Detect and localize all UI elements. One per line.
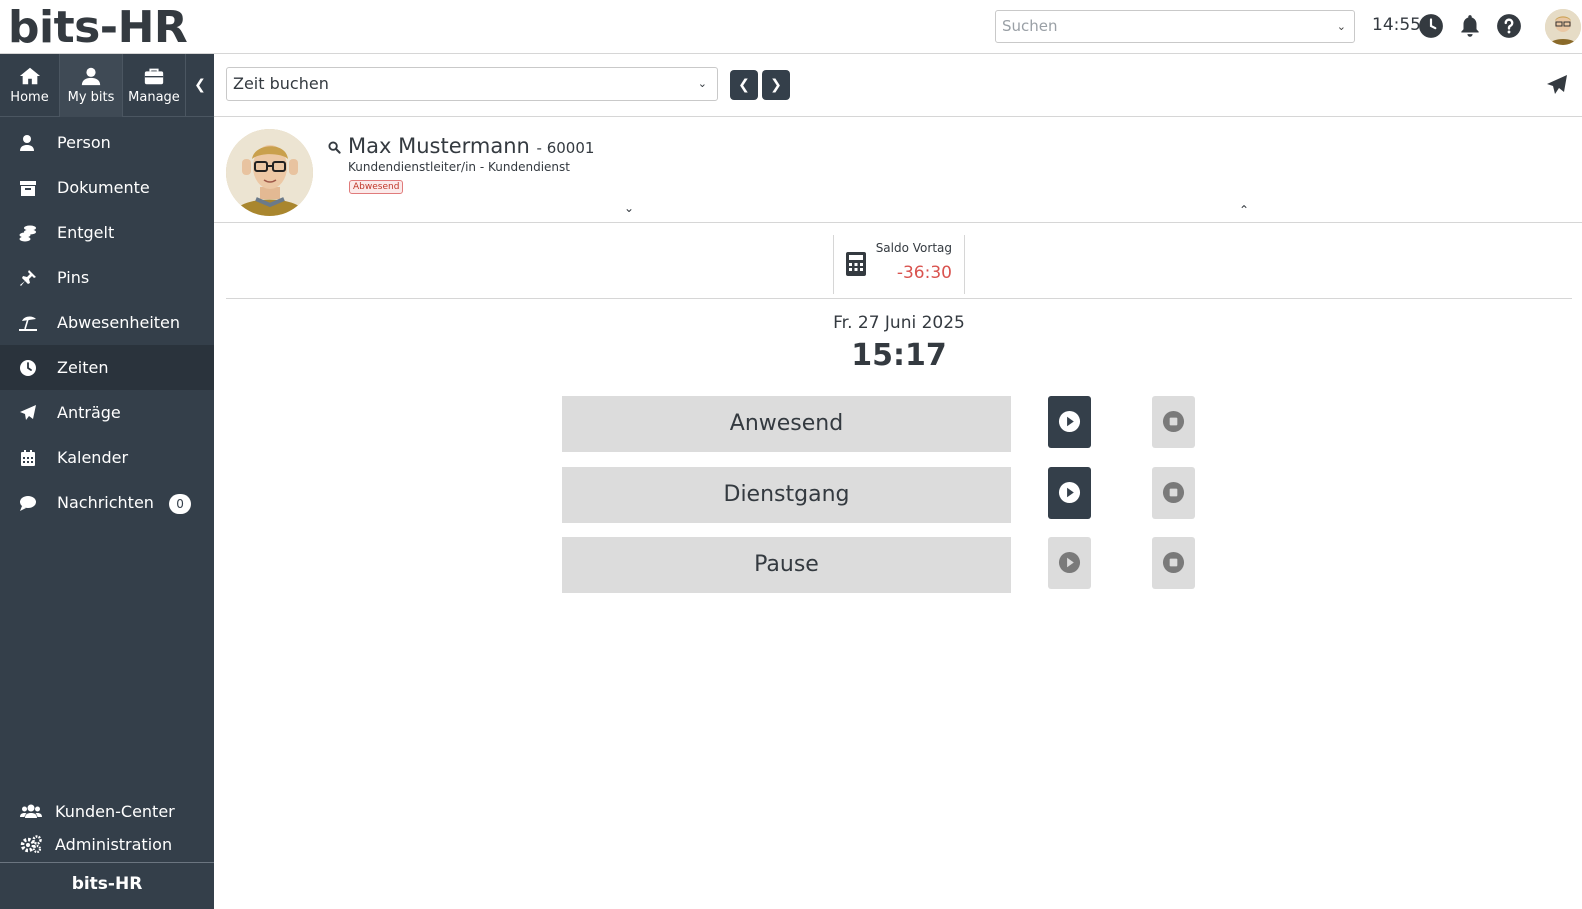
briefcase-icon bbox=[144, 68, 164, 85]
sidebar-item-person[interactable]: Person bbox=[0, 120, 214, 165]
current-time: 14:55 bbox=[1372, 15, 1421, 35]
sidebar-item-nachrichten[interactable]: Nachrichten 0 bbox=[0, 480, 214, 525]
paper-plane-icon[interactable] bbox=[1546, 74, 1568, 96]
bell-icon[interactable] bbox=[1457, 13, 1483, 39]
user-icon bbox=[81, 67, 101, 86]
sidebar-item-dokumente[interactable]: Dokumente bbox=[0, 165, 214, 210]
expand-chevron-down-icon[interactable]: ⌄ bbox=[624, 201, 634, 215]
chevron-down-icon: ⌄ bbox=[1336, 20, 1346, 33]
sidebar-item-label: Dokumente bbox=[57, 178, 150, 197]
top-bar: bits-HR Suchen ⌄ 14:55 bbox=[0, 0, 1582, 54]
sidebar-item-label: Nachrichten bbox=[57, 493, 154, 512]
coins-icon bbox=[19, 225, 36, 242]
booking-date: Fr. 27 Juni 2025 bbox=[833, 313, 965, 333]
sidebar-item-label: Kalender bbox=[57, 448, 129, 467]
person-id: - 60001 bbox=[536, 139, 595, 157]
stop-circle-icon bbox=[1162, 410, 1185, 433]
sidebar-item-administration[interactable]: Administration bbox=[0, 828, 214, 861]
sidebar-bottom: Kunden-Center Administration bbox=[0, 795, 214, 861]
tab-manage[interactable]: Manage bbox=[123, 54, 186, 117]
sidebar-item-label: Kunden-Center bbox=[55, 802, 175, 821]
booking-type-button[interactable]: Pause bbox=[562, 537, 1011, 593]
archive-icon bbox=[20, 181, 36, 196]
sidebar-item-label: Entgelt bbox=[57, 223, 115, 242]
sidebar-tabs: Home My bits Manage ❮ bbox=[0, 54, 214, 117]
message-count-badge: 0 bbox=[169, 493, 192, 514]
user-icon bbox=[20, 135, 34, 151]
booking-row-anwesend: Anwesend bbox=[562, 396, 1202, 452]
chevron-left-icon: ❮ bbox=[194, 77, 206, 93]
play-circle-icon bbox=[1058, 551, 1081, 574]
start-button[interactable] bbox=[1048, 467, 1091, 519]
chevron-right-icon: ❯ bbox=[770, 77, 782, 93]
home-icon bbox=[19, 67, 40, 85]
search-icon[interactable] bbox=[328, 141, 341, 154]
booking-row-dienstgang: Dienstgang bbox=[562, 467, 1202, 523]
play-circle-icon bbox=[1058, 481, 1081, 504]
stop-button[interactable] bbox=[1152, 396, 1195, 448]
booking-row-pause: Pause bbox=[562, 537, 1202, 593]
status-badge: Abwesend bbox=[349, 180, 404, 194]
stop-circle-icon bbox=[1162, 481, 1185, 504]
tab-home[interactable]: Home bbox=[0, 54, 60, 117]
person-role: Kundendienstleiter/in - Kundendienst bbox=[348, 160, 570, 174]
user-avatar[interactable] bbox=[1545, 9, 1581, 45]
stop-button[interactable] bbox=[1152, 537, 1195, 589]
paper-plane-icon bbox=[20, 405, 36, 420]
sidebar-item-label: Person bbox=[57, 133, 111, 152]
chevron-down-icon: ⌄ bbox=[697, 77, 707, 90]
calculator-icon bbox=[846, 252, 866, 276]
booking-type-button[interactable]: Dienstgang bbox=[562, 467, 1011, 523]
calendar-icon bbox=[21, 450, 35, 466]
saldo-label: Saldo Vortag bbox=[875, 241, 952, 255]
booking-type-button[interactable]: Anwesend bbox=[562, 396, 1011, 452]
action-select-value: Zeit buchen bbox=[233, 74, 329, 93]
sidebar-item-kalender[interactable]: Kalender bbox=[0, 435, 214, 480]
sidebar-item-label: Pins bbox=[57, 268, 90, 287]
toolbar: Zeit buchen ⌄ ❮ ❯ bbox=[214, 54, 1582, 117]
sidebar-item-label: Administration bbox=[55, 835, 173, 854]
sidebar-item-label: Anträge bbox=[57, 403, 121, 422]
tab-label: Manage bbox=[128, 90, 180, 105]
previous-button[interactable]: ❮ bbox=[730, 70, 758, 100]
sidebar-item-kunden-center[interactable]: Kunden-Center bbox=[0, 795, 214, 828]
sidebar-footer-brand: bits-HR bbox=[0, 862, 214, 909]
cogs-icon bbox=[20, 835, 42, 853]
person-name-line: Max Mustermann - 60001 bbox=[348, 134, 594, 158]
collapse-chevron-up-icon[interactable]: ⌃ bbox=[1239, 203, 1249, 217]
tab-label: My bits bbox=[67, 90, 115, 105]
sidebar-item-pins[interactable]: Pins bbox=[0, 255, 214, 300]
sidebar: Home My bits Manage ❮ Person Dokumente E… bbox=[0, 54, 214, 909]
section-divider bbox=[226, 298, 1572, 299]
search-select[interactable]: Suchen ⌄ bbox=[995, 10, 1355, 43]
start-button[interactable] bbox=[1048, 396, 1091, 448]
app-logo[interactable]: bits-HR bbox=[8, 2, 188, 53]
users-icon bbox=[20, 804, 42, 818]
search-placeholder: Suchen bbox=[1002, 17, 1058, 35]
stop-button[interactable] bbox=[1152, 467, 1195, 519]
help-icon[interactable] bbox=[1496, 13, 1522, 39]
thumbtack-icon bbox=[20, 270, 36, 286]
sidebar-item-entgelt[interactable]: Entgelt bbox=[0, 210, 214, 255]
play-circle-icon bbox=[1058, 410, 1081, 433]
tab-my-bits[interactable]: My bits bbox=[60, 54, 123, 117]
chevron-left-icon: ❮ bbox=[738, 77, 750, 93]
collapse-sidebar-button[interactable]: ❮ bbox=[186, 54, 214, 117]
start-button[interactable] bbox=[1048, 537, 1091, 589]
action-select[interactable]: Zeit buchen ⌄ bbox=[226, 67, 718, 101]
comment-icon bbox=[20, 496, 36, 511]
tab-label: Home bbox=[10, 90, 49, 105]
person-name: Max Mustermann bbox=[348, 134, 530, 158]
clock-icon[interactable] bbox=[1418, 13, 1444, 39]
saldo-value: -36:30 bbox=[896, 263, 952, 283]
person-avatar bbox=[226, 129, 313, 216]
sidebar-item-antraege[interactable]: Anträge bbox=[0, 390, 214, 435]
saldo-card: Saldo Vortag -36:30 bbox=[833, 235, 965, 294]
stop-circle-icon bbox=[1162, 551, 1185, 574]
person-header: Max Mustermann - 60001 Kundendienstleite… bbox=[214, 117, 1582, 223]
booking-time: 15:17 bbox=[851, 338, 947, 373]
next-button[interactable]: ❯ bbox=[762, 70, 790, 100]
